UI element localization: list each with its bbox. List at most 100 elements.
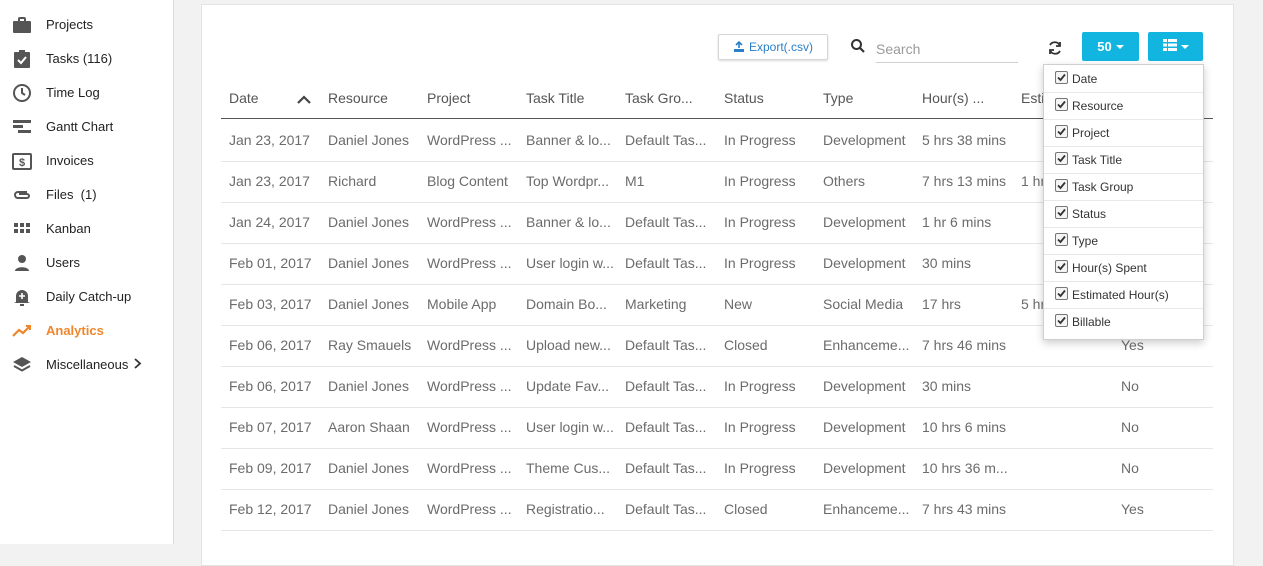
column-toggle-item[interactable]: Status xyxy=(1044,200,1203,228)
clipboard-check-icon xyxy=(12,49,32,69)
column-header-type[interactable]: Type xyxy=(823,90,853,106)
columns-toggle-button[interactable] xyxy=(1148,32,1203,61)
refresh-icon[interactable] xyxy=(1047,40,1063,56)
sidebar-item-invoices[interactable]: $ Invoices xyxy=(0,144,173,178)
search-icon xyxy=(850,38,866,54)
checkbox-checked-icon[interactable] xyxy=(1055,71,1068,84)
export-label: Export(.csv) xyxy=(748,40,813,54)
table-cell: M1 xyxy=(625,173,645,189)
column-toggle-item[interactable]: Resource xyxy=(1044,92,1203,120)
column-header-date[interactable]: Date xyxy=(229,90,259,106)
table-row[interactable]: Feb 06, 2017 Daniel Jones WordPress ... Upd… xyxy=(221,366,1213,408)
svg-text:$: $ xyxy=(19,157,25,169)
column-toggle-label: Project xyxy=(1072,126,1110,140)
table-cell: WordPress ... xyxy=(427,255,512,271)
table-cell: Closed xyxy=(724,501,768,517)
checkbox-checked-icon[interactable] xyxy=(1055,233,1068,246)
table-cell: 10 hrs 6 mins xyxy=(922,419,1007,435)
table-cell: Ray Smauels xyxy=(328,337,412,353)
sidebar-item-label: Kanban xyxy=(46,221,91,236)
column-toggle-label: Hour(s) Spent xyxy=(1072,261,1147,275)
table-cell: Default Tas... xyxy=(625,501,707,517)
column-toggle-label: Type xyxy=(1072,234,1099,248)
sidebar-item-label: Daily Catch-up xyxy=(46,289,132,304)
table-row[interactable]: Feb 07, 2017 Aaron Shaan WordPress ... User… xyxy=(221,407,1213,449)
table-cell: 1 hr 6 mins xyxy=(922,214,992,230)
grid-icon xyxy=(12,219,32,239)
sidebar: Projects Tasks (116) Time Log Gantt Char… xyxy=(0,0,174,544)
column-toggle-item[interactable]: Hour(s) Spent xyxy=(1044,254,1203,282)
page-size-dropdown[interactable]: 50 xyxy=(1082,32,1139,61)
table-row[interactable]: Feb 09, 2017 Daniel Jones WordPress ... The… xyxy=(221,448,1213,490)
bell-add-icon xyxy=(12,287,32,307)
table-cell: Aaron Shaan xyxy=(328,419,410,435)
column-header-task-title[interactable]: Task Title xyxy=(526,90,584,106)
sidebar-item-miscellaneous[interactable]: Miscellaneous xyxy=(0,348,173,382)
table-cell: Daniel Jones xyxy=(328,255,409,271)
table-row[interactable]: Feb 12, 2017 Daniel Jones WordPress ... Reg… xyxy=(221,489,1213,531)
table-cell: 5 hrs 38 mins xyxy=(922,132,1007,148)
table-cell: WordPress ... xyxy=(427,214,512,230)
column-toggle-label: Task Group xyxy=(1072,180,1134,194)
table-cell: 5 hr xyxy=(1021,296,1046,312)
table-cell: Default Tas... xyxy=(625,214,707,230)
column-toggle-item[interactable]: Billable xyxy=(1044,308,1203,335)
sort-ascending-icon[interactable] xyxy=(297,92,311,104)
column-header-estimated[interactable]: Esti xyxy=(1021,90,1044,106)
sidebar-item-analytics[interactable]: Analytics xyxy=(0,314,173,348)
table-cell: No xyxy=(1121,419,1139,435)
table-cell: Feb 06, 2017 xyxy=(229,378,312,394)
table-cell: Theme Cus... xyxy=(526,460,611,476)
column-toggle-item[interactable]: Type xyxy=(1044,227,1203,255)
sidebar-item-files[interactable]: Files (1) xyxy=(0,178,173,212)
table-cell: Development xyxy=(823,132,906,148)
checkbox-checked-icon[interactable] xyxy=(1055,260,1068,273)
column-header-project[interactable]: Project xyxy=(427,90,471,106)
sidebar-item-gantt-chart[interactable]: Gantt Chart xyxy=(0,110,173,144)
checkbox-checked-icon[interactable] xyxy=(1055,98,1068,111)
export-csv-button[interactable]: Export(.csv) xyxy=(718,34,828,60)
sidebar-item-daily-catch-up[interactable]: Daily Catch-up xyxy=(0,280,173,314)
sidebar-item-time-log[interactable]: Time Log xyxy=(0,76,173,110)
sidebar-item-tasks[interactable]: Tasks (116) xyxy=(0,42,173,76)
column-toggle-item[interactable]: Task Group xyxy=(1044,173,1203,201)
column-toggle-item[interactable]: Date xyxy=(1044,65,1203,93)
clock-icon xyxy=(12,83,32,103)
search-input[interactable] xyxy=(876,36,1018,63)
table-cell: Jan 23, 2017 xyxy=(229,132,310,148)
column-toggle-item[interactable]: Project xyxy=(1044,119,1203,147)
caret-down-icon xyxy=(1115,44,1124,49)
column-toggle-item[interactable]: Estimated Hour(s) xyxy=(1044,281,1203,309)
column-toggle-label: Estimated Hour(s) xyxy=(1072,288,1169,302)
table-cell: Yes xyxy=(1121,501,1144,517)
table-cell: Feb 01, 2017 xyxy=(229,255,312,271)
column-toggle-item[interactable]: Task Title xyxy=(1044,146,1203,174)
table-cell: 1 hr xyxy=(1021,173,1046,189)
checkbox-checked-icon[interactable] xyxy=(1055,287,1068,300)
table-cell: Upload new... xyxy=(526,337,611,353)
sidebar-item-projects[interactable]: Projects xyxy=(0,8,173,42)
checkbox-checked-icon[interactable] xyxy=(1055,179,1068,192)
checkbox-checked-icon[interactable] xyxy=(1055,152,1068,165)
table-cell: Daniel Jones xyxy=(328,501,409,517)
checkbox-checked-icon[interactable] xyxy=(1055,125,1068,138)
table-cell: Default Tas... xyxy=(625,378,707,394)
table-cell: In Progress xyxy=(724,460,796,476)
sidebar-item-kanban[interactable]: Kanban xyxy=(0,212,173,246)
column-header-status[interactable]: Status xyxy=(724,90,764,106)
trending-icon xyxy=(12,321,32,341)
table-cell: Default Tas... xyxy=(625,460,707,476)
sidebar-item-users[interactable]: Users xyxy=(0,246,173,280)
table-cell: No xyxy=(1121,378,1139,394)
column-header-hours-spent[interactable]: Hour(s) ... xyxy=(922,90,984,106)
checkbox-checked-icon[interactable] xyxy=(1055,314,1068,327)
column-header-resource[interactable]: Resource xyxy=(328,90,388,106)
sidebar-item-label: Projects xyxy=(46,17,93,32)
sidebar-item-text: Miscellaneous xyxy=(46,357,129,372)
sidebar-item-label: Time Log xyxy=(46,85,100,100)
table-cell: 10 hrs 36 m... xyxy=(922,460,1008,476)
checkbox-checked-icon[interactable] xyxy=(1055,206,1068,219)
table-cell: In Progress xyxy=(724,378,796,394)
column-header-task-group[interactable]: Task Gro... xyxy=(625,90,693,106)
table-cell: WordPress ... xyxy=(427,132,512,148)
